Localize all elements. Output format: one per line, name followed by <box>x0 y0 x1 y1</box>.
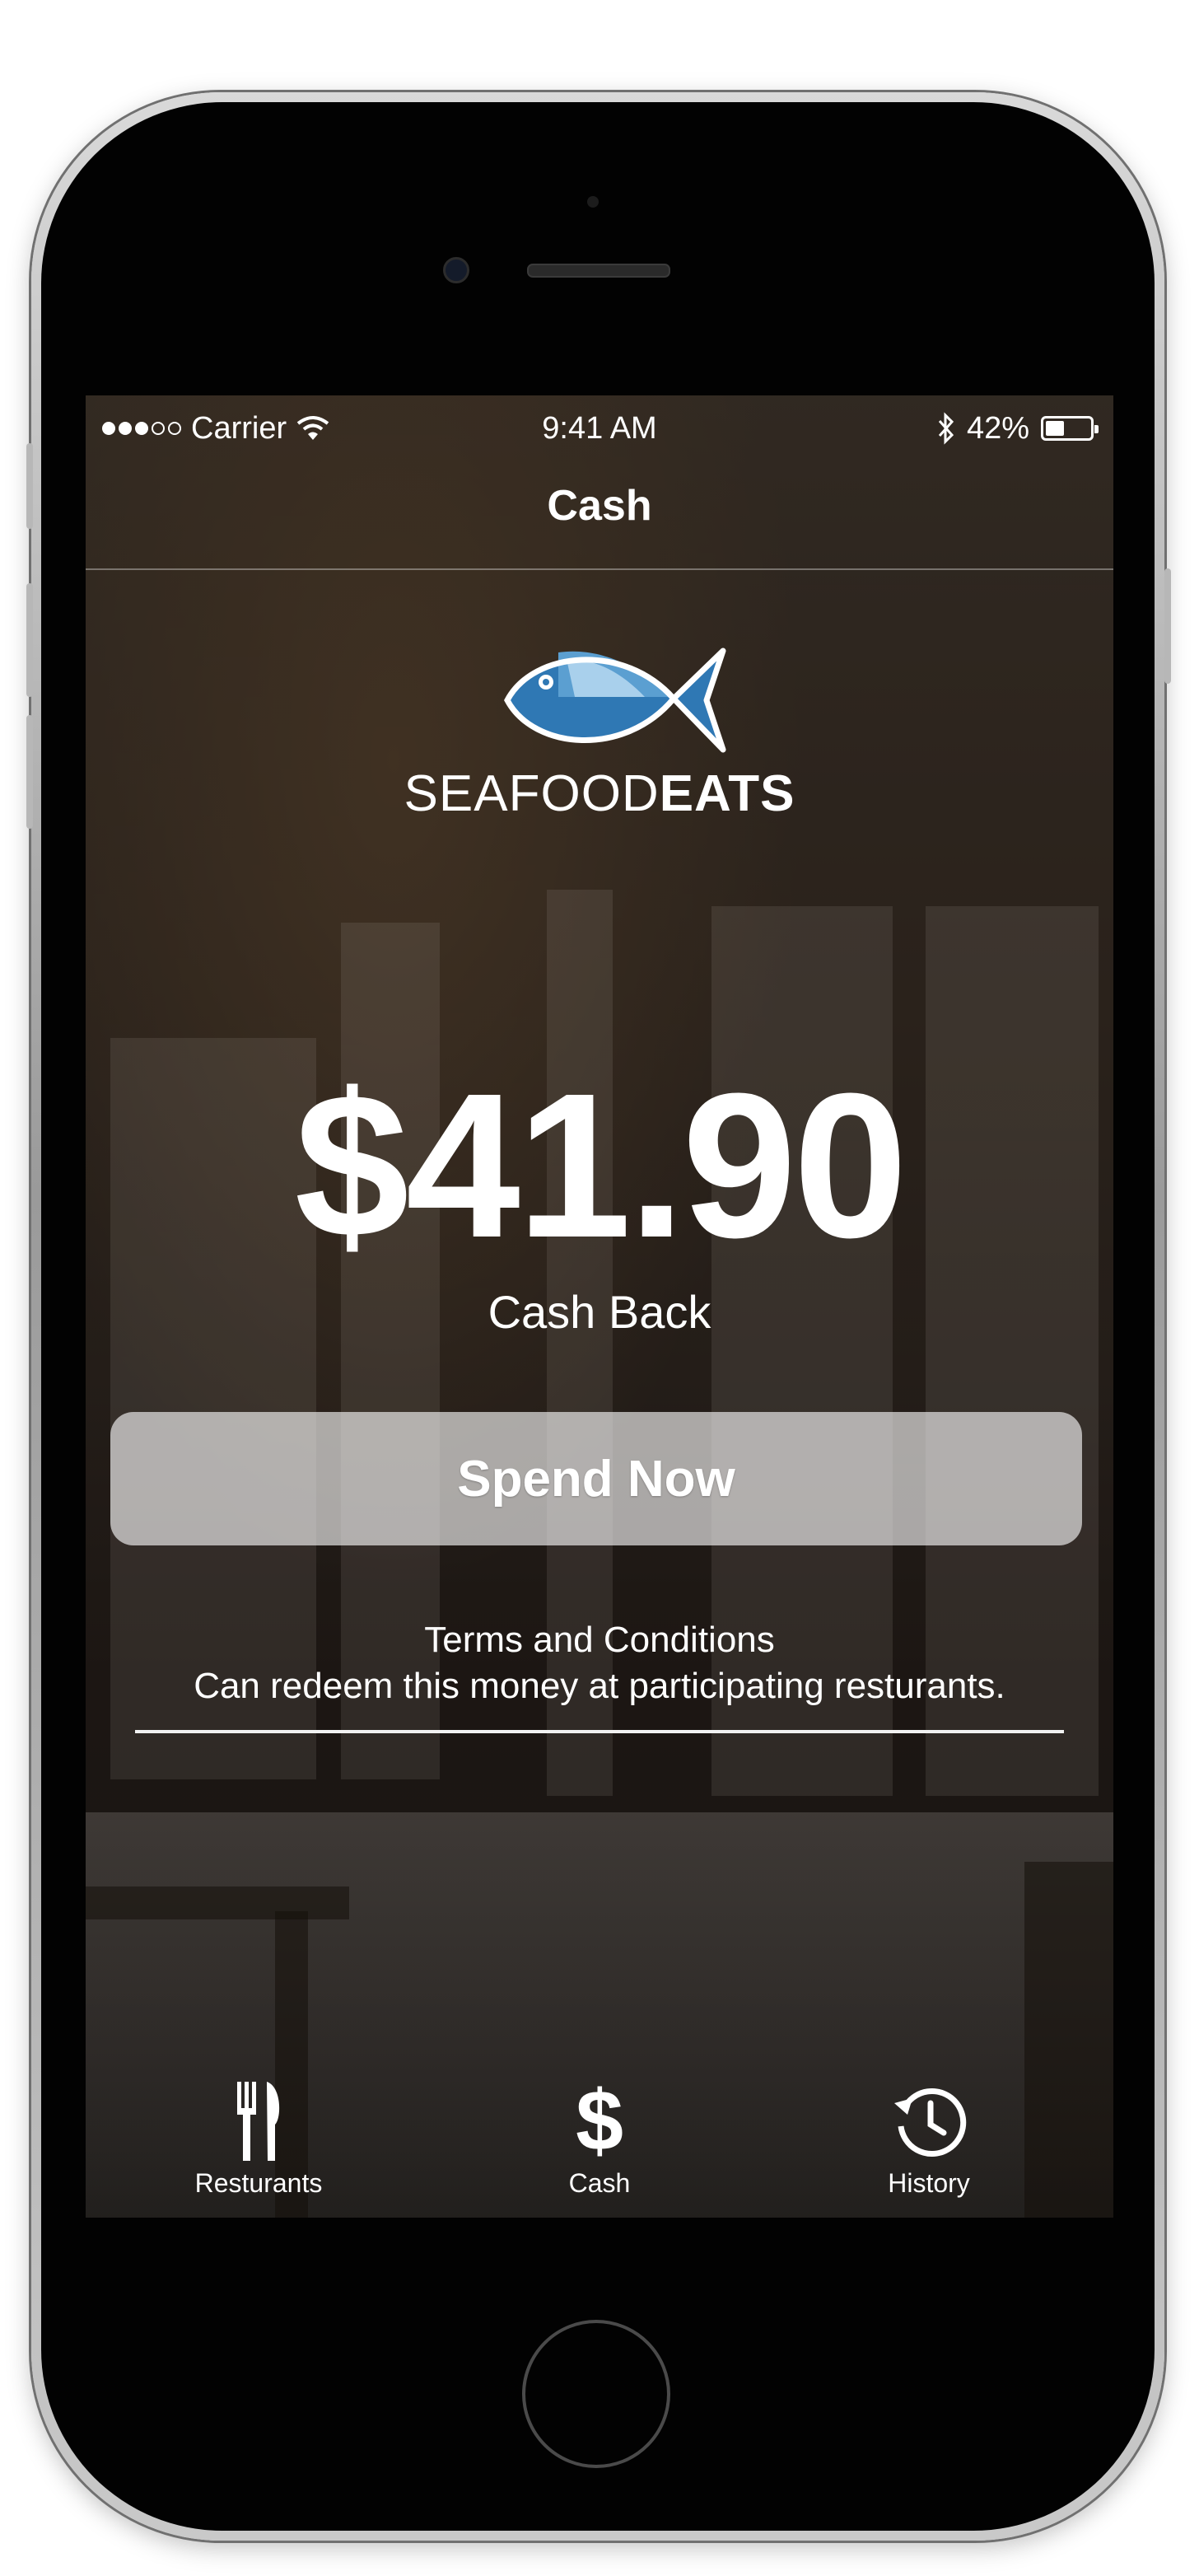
spend-now-button[interactable]: Spend Now <box>110 1412 1082 1545</box>
fish-logo-icon <box>504 648 726 753</box>
cash-back-amount: $41.90 <box>294 1050 908 1280</box>
status-bar: Carrier 9:41 AM 42% <box>86 395 1113 461</box>
proximity-sensor <box>587 196 599 208</box>
tab-label: Resturants <box>194 2168 323 2198</box>
bluetooth-icon <box>938 412 954 445</box>
nav-divider <box>86 568 1113 570</box>
home-button[interactable] <box>522 2320 670 2468</box>
earpiece-speaker <box>527 264 670 278</box>
terms-divider <box>135 1730 1064 1733</box>
battery-icon <box>1041 416 1099 441</box>
mute-switch <box>26 443 33 529</box>
front-camera <box>443 257 469 283</box>
power-button <box>1164 568 1171 684</box>
tab-cash[interactable]: $ Cash <box>476 2076 723 2218</box>
battery-percent: 42% <box>966 411 1029 446</box>
brand-name-thin: SEAFOOD <box>404 765 660 822</box>
brand-wordmark: SEAFOODEATS <box>86 764 1113 823</box>
dollar-icon: $ <box>576 2073 623 2169</box>
brand-name-bold: EATS <box>659 765 795 822</box>
volume-down-button <box>26 715 33 829</box>
app-screen: Carrier 9:41 AM 42% Cash SEAFOODEATS $41… <box>86 395 1113 2218</box>
fork-knife-icon <box>237 2082 280 2161</box>
tab-restaurants[interactable]: Resturants <box>135 2076 382 2218</box>
page-title: Cash <box>547 482 652 530</box>
terms-title: Terms and Conditions <box>424 1620 775 1660</box>
background-chair <box>86 1886 349 1919</box>
background-window <box>711 906 893 1796</box>
cash-back-label: Cash Back <box>488 1286 711 1338</box>
tab-bar: Resturants $ Cash History <box>86 2076 1113 2218</box>
terms-text: Can redeem this money at participating r… <box>194 1666 1005 1706</box>
volume-up-button <box>26 583 33 697</box>
background-window <box>926 906 1099 1796</box>
tab-label: Cash <box>568 2168 631 2198</box>
tab-label: History <box>888 2168 970 2198</box>
history-clock-icon <box>894 2088 967 2157</box>
tab-history[interactable]: History <box>805 2076 1052 2218</box>
